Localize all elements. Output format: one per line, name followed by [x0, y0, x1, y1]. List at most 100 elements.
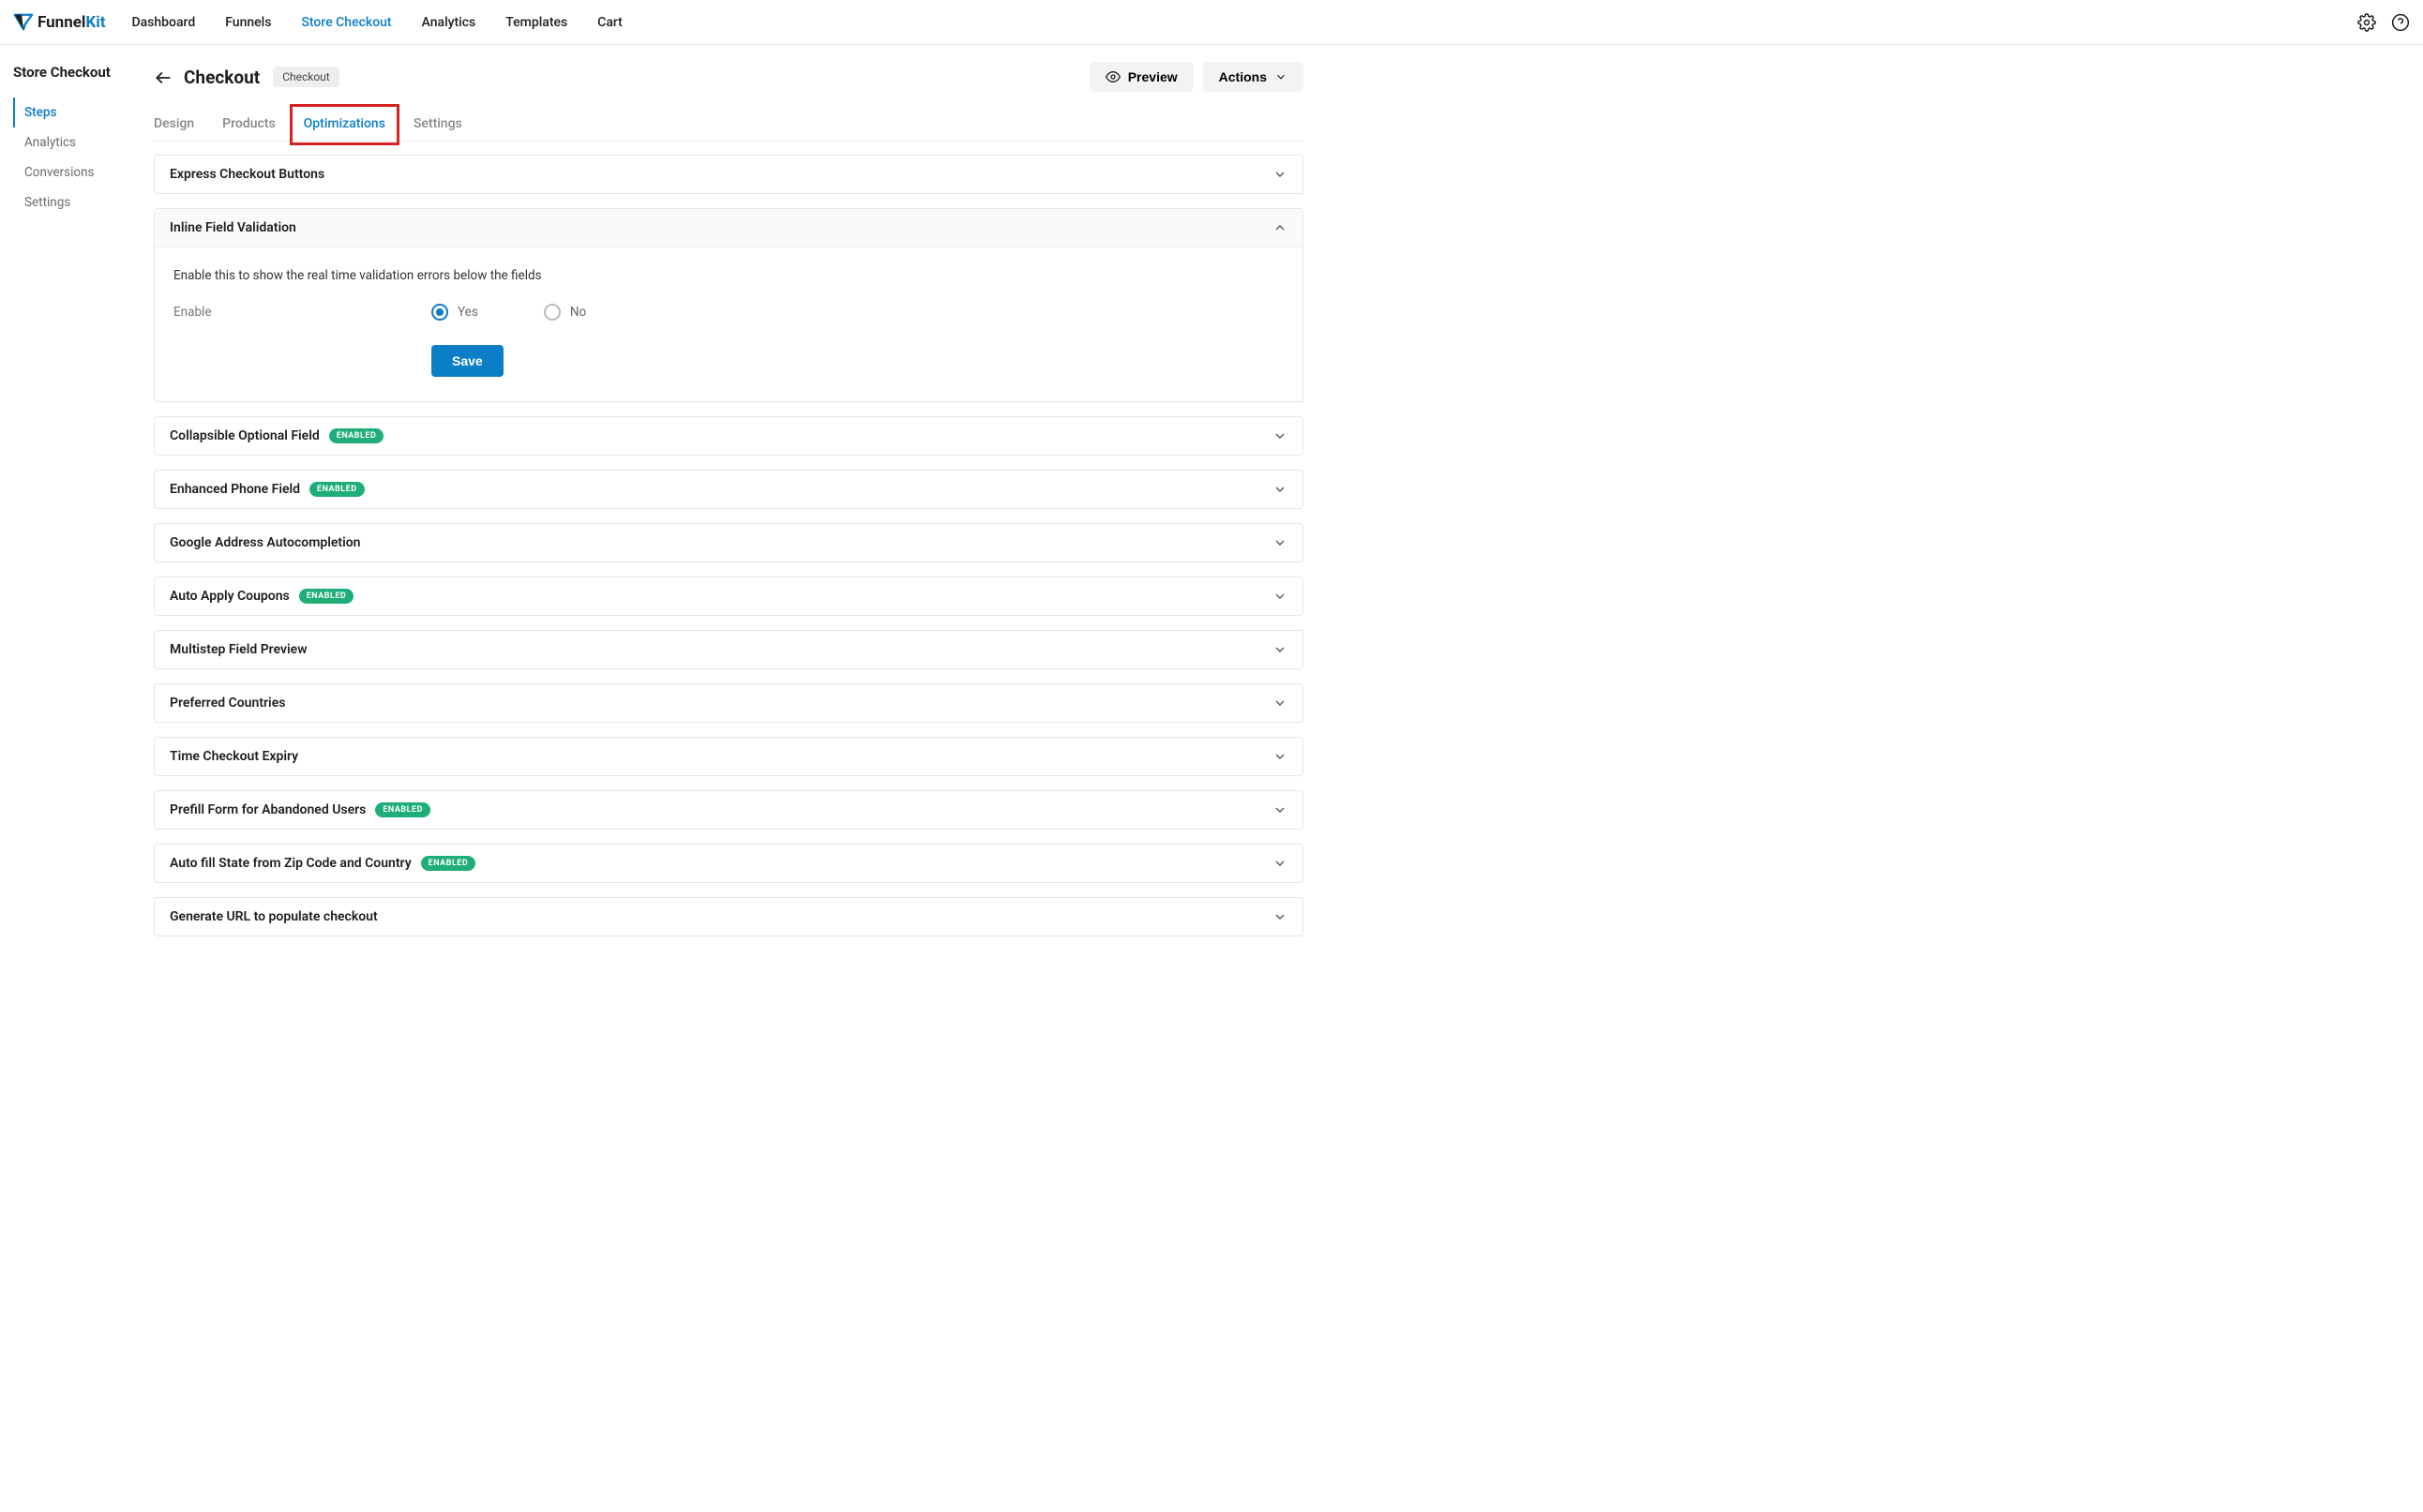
- back-arrow-icon[interactable]: [154, 68, 171, 85]
- brand-name-b: Kit: [85, 13, 105, 32]
- accordion-multistep-field-preview: Multistep Field Preview: [154, 630, 1303, 669]
- top-nav: FunnelKit Dashboard Funnels Store Checko…: [0, 0, 2423, 45]
- chevron-down-icon: [1272, 642, 1287, 657]
- enabled-badge: ENABLED: [309, 482, 365, 497]
- main-content: Checkout Checkout Preview Actions Des: [141, 45, 1303, 988]
- accordion-title: Google Address Autocompletion: [170, 535, 360, 550]
- tab-optimizations[interactable]: Optimizations: [294, 109, 395, 141]
- sidebar: Store Checkout Steps Analytics Conversio…: [0, 45, 141, 988]
- enabled-badge: ENABLED: [299, 589, 354, 604]
- chevron-down-icon: [1274, 70, 1287, 83]
- accordion-enhanced-phone-field: Enhanced Phone Field ENABLED: [154, 470, 1303, 509]
- chevron-down-icon: [1272, 696, 1287, 711]
- accordion-google-address-autocompletion: Google Address Autocompletion: [154, 523, 1303, 562]
- accordion-title: Prefill Form for Abandoned Users: [170, 802, 366, 817]
- tab-settings[interactable]: Settings: [414, 109, 462, 141]
- radio-yes[interactable]: Yes: [431, 304, 478, 321]
- topnav-item-cart[interactable]: Cart: [597, 15, 623, 30]
- topnav-item-store-checkout[interactable]: Store Checkout: [301, 15, 391, 30]
- accordion-collapsible-optional-field: Collapsible Optional Field ENABLED: [154, 416, 1303, 456]
- radio-dot-icon: [431, 304, 448, 321]
- radio-yes-label: Yes: [458, 305, 478, 320]
- accordions-list: Express Checkout Buttons Inline Field Val…: [154, 155, 1303, 936]
- accordion-auto-apply-coupons: Auto Apply Coupons ENABLED: [154, 576, 1303, 616]
- accordion-title: Generate URL to populate checkout: [170, 909, 378, 924]
- actions-label: Actions: [1219, 69, 1267, 84]
- accordion-header[interactable]: Time Checkout Expiry: [155, 738, 1302, 775]
- accordion-title: Time Checkout Expiry: [170, 749, 298, 764]
- body-description: Enable this to show the real time valida…: [173, 268, 1284, 283]
- accordion-header[interactable]: Prefill Form for Abandoned Users ENABLED: [155, 791, 1302, 829]
- chevron-down-icon: [1272, 909, 1287, 924]
- topnav-items: Dashboard Funnels Store Checkout Analyti…: [131, 15, 622, 30]
- chevron-down-icon: [1272, 749, 1287, 764]
- accordion-header[interactable]: Multistep Field Preview: [155, 631, 1302, 668]
- accordion-express-checkout-buttons: Express Checkout Buttons: [154, 155, 1303, 194]
- accordion-header[interactable]: Auto fill State from Zip Code and Countr…: [155, 845, 1302, 882]
- accordion-time-checkout-expiry: Time Checkout Expiry: [154, 737, 1303, 776]
- accordion-auto-fill-state-from-zip-code-and-country: Auto fill State from Zip Code and Countr…: [154, 844, 1303, 883]
- topnav-right: [2357, 13, 2410, 32]
- eye-icon: [1106, 69, 1121, 84]
- accordion-generate-url-to-populate-checkout: Generate URL to populate checkout: [154, 897, 1303, 936]
- enabled-badge: ENABLED: [421, 856, 476, 871]
- chevron-down-icon: [1272, 482, 1287, 497]
- accordion-header[interactable]: Collapsible Optional Field ENABLED: [155, 417, 1302, 455]
- accordion-title: Auto fill State from Zip Code and Countr…: [170, 856, 412, 871]
- sidebar-items: Steps Analytics Conversions Settings: [13, 97, 141, 217]
- radio-no-label: No: [570, 305, 586, 320]
- chevron-down-icon: [1272, 535, 1287, 550]
- help-icon[interactable]: [2391, 13, 2410, 32]
- accordion-header[interactable]: Enhanced Phone Field ENABLED: [155, 471, 1302, 508]
- chevron-down-icon: [1272, 428, 1287, 443]
- preview-button[interactable]: Preview: [1090, 62, 1194, 92]
- chevron-down-icon: [1272, 589, 1287, 604]
- sidebar-item-settings[interactable]: Settings: [13, 187, 141, 217]
- enable-row: Enable Yes No: [173, 304, 1284, 321]
- accordion-header[interactable]: Preferred Countries: [155, 684, 1302, 722]
- accordion-preferred-countries: Preferred Countries: [154, 683, 1303, 723]
- page-type-badge: Checkout: [273, 67, 339, 87]
- brand-name-a: Funnel: [38, 13, 85, 32]
- accordion-header[interactable]: Auto Apply Coupons ENABLED: [155, 577, 1302, 615]
- radio-dot-icon: [544, 304, 561, 321]
- enable-radio-group: Yes No: [431, 304, 586, 321]
- accordion-title: Auto Apply Coupons: [170, 589, 290, 604]
- page-title: Checkout: [184, 67, 260, 88]
- chevron-down-icon: [1272, 167, 1287, 182]
- chevron-down-icon: [1272, 856, 1287, 871]
- save-button[interactable]: Save: [431, 345, 504, 377]
- enabled-badge: ENABLED: [375, 802, 430, 817]
- tab-products[interactable]: Products: [222, 109, 276, 141]
- enabled-badge: ENABLED: [329, 428, 384, 443]
- tabs: Design Products Optimizations Settings: [154, 109, 1303, 142]
- topnav-item-dashboard[interactable]: Dashboard: [131, 15, 195, 30]
- topnav-item-templates[interactable]: Templates: [505, 15, 567, 30]
- chevron-down-icon: [1272, 802, 1287, 817]
- accordion-header[interactable]: Inline Field Validation: [155, 209, 1302, 247]
- accordion-header[interactable]: Google Address Autocompletion: [155, 524, 1302, 561]
- settings-gear-icon[interactable]: [2357, 13, 2376, 32]
- accordion-title: Multistep Field Preview: [170, 642, 308, 657]
- enable-label: Enable: [173, 305, 431, 320]
- topnav-item-funnels[interactable]: Funnels: [225, 15, 271, 30]
- sidebar-title: Store Checkout: [13, 64, 141, 81]
- page-header-actions: Preview Actions: [1090, 62, 1303, 92]
- accordion-title: Inline Field Validation: [170, 220, 296, 235]
- sidebar-item-analytics[interactable]: Analytics: [13, 127, 141, 157]
- accordion-header[interactable]: Express Checkout Buttons: [155, 156, 1302, 193]
- accordion-title: Express Checkout Buttons: [170, 167, 324, 182]
- tab-design[interactable]: Design: [154, 109, 194, 141]
- topnav-item-analytics[interactable]: Analytics: [422, 15, 476, 30]
- accordion-title: Enhanced Phone Field: [170, 482, 300, 497]
- accordion-body: Enable this to show the real time valida…: [155, 247, 1302, 401]
- sidebar-item-conversions[interactable]: Conversions: [13, 157, 141, 187]
- accordion-prefill-form-for-abandoned-users: Prefill Form for Abandoned Users ENABLED: [154, 790, 1303, 830]
- actions-dropdown[interactable]: Actions: [1203, 62, 1303, 92]
- logo-mark-icon: [13, 12, 34, 33]
- brand-logo[interactable]: FunnelKit: [13, 12, 105, 33]
- radio-no[interactable]: No: [544, 304, 586, 321]
- sidebar-item-steps[interactable]: Steps: [13, 97, 141, 127]
- accordion-title: Collapsible Optional Field: [170, 428, 320, 443]
- accordion-header[interactable]: Generate URL to populate checkout: [155, 898, 1302, 936]
